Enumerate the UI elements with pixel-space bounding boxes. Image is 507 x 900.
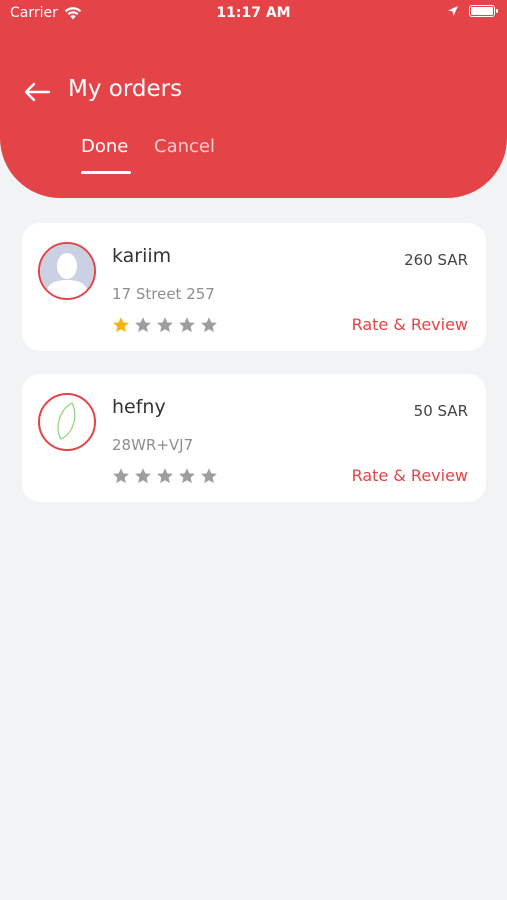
back-button[interactable] bbox=[22, 78, 52, 106]
page-title: My orders bbox=[68, 76, 183, 102]
star-empty-icon[interactable] bbox=[200, 316, 218, 334]
clock: 11:17 AM bbox=[216, 5, 291, 21]
status-bar: Carrier 11:17 AM bbox=[0, 0, 507, 28]
star-empty-icon[interactable] bbox=[134, 467, 152, 485]
star-filled-icon[interactable] bbox=[112, 316, 130, 334]
customer-name: kariim bbox=[112, 245, 172, 267]
status-right bbox=[447, 5, 498, 17]
star-empty-icon[interactable] bbox=[200, 467, 218, 485]
active-tab-indicator bbox=[81, 171, 131, 174]
customer-name: hefny bbox=[112, 396, 166, 418]
header: Carrier 11:17 AM My orders Done Cancel bbox=[0, 0, 507, 198]
avatar bbox=[38, 393, 96, 451]
rating-stars bbox=[112, 467, 218, 485]
rate-review-link[interactable]: Rate & Review bbox=[352, 315, 468, 334]
star-empty-icon[interactable] bbox=[156, 316, 174, 334]
star-empty-icon[interactable] bbox=[134, 316, 152, 334]
arrow-left-icon bbox=[24, 82, 51, 102]
order-price: 50 SAR bbox=[413, 402, 468, 420]
star-empty-icon[interactable] bbox=[178, 316, 196, 334]
avatar bbox=[38, 242, 96, 300]
tab-done[interactable]: Done bbox=[81, 136, 128, 157]
order-card[interactable]: kariim 17 Street 257 260 SAR Rate & Revi… bbox=[22, 223, 486, 351]
star-empty-icon[interactable] bbox=[156, 467, 174, 485]
leaf-icon bbox=[57, 402, 76, 440]
order-address: 17 Street 257 bbox=[112, 285, 215, 303]
tab-cancel[interactable]: Cancel bbox=[154, 136, 215, 157]
order-card[interactable]: hefny 28WR+VJ7 50 SAR Rate & Review bbox=[22, 374, 486, 502]
battery-icon bbox=[469, 5, 498, 17]
location-arrow-icon bbox=[448, 6, 458, 16]
star-empty-icon[interactable] bbox=[112, 467, 130, 485]
star-empty-icon[interactable] bbox=[178, 467, 196, 485]
order-price: 260 SAR bbox=[404, 251, 468, 269]
order-address: 28WR+VJ7 bbox=[112, 436, 194, 454]
rating-stars bbox=[112, 316, 218, 334]
rate-review-link[interactable]: Rate & Review bbox=[352, 466, 468, 485]
user-placeholder-icon bbox=[40, 244, 94, 298]
